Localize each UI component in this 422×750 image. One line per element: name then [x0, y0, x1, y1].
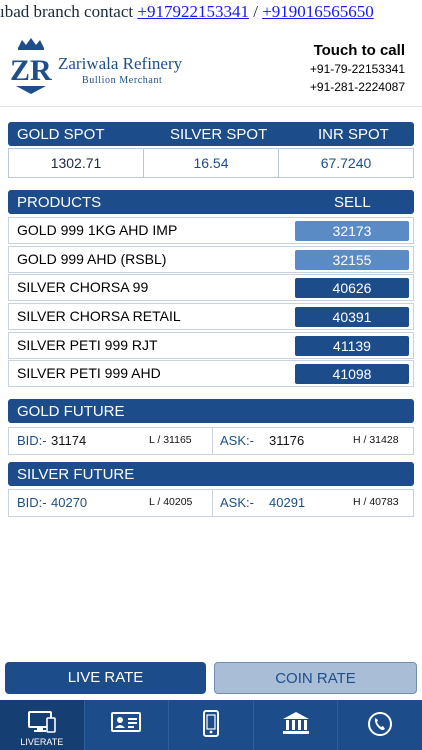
ask-label: ASK:- — [220, 433, 254, 448]
mobile-phone-icon — [202, 710, 219, 737]
brand-name: Zariwala Refinery — [58, 54, 183, 73]
ticker-phone-link-2[interactable]: +919016565650 — [262, 2, 374, 21]
products-header-bar: PRODUCTS SELL — [8, 190, 414, 214]
gold-future-header-bar: GOLD FUTURE — [8, 399, 414, 423]
product-row[interactable]: SILVER CHORSA 99 40626 — [8, 274, 414, 301]
silver-spot-value: 16.54 — [144, 149, 279, 177]
inr-spot-value: 67.7240 — [320, 155, 372, 171]
tab-liverate[interactable]: LIVERATE — [0, 700, 85, 750]
contact-card-icon — [111, 712, 142, 732]
silver-future-bid: BID:- 40270 L / 40205 — [9, 490, 211, 516]
ticker-phone-link-1[interactable]: +917922153341 — [137, 2, 249, 21]
bid-value: 31174 — [51, 433, 87, 448]
inr-spot-header: INR SPOT — [318, 126, 389, 143]
gold-future-ask: ASK:- 31176 H / 31428 — [212, 428, 415, 454]
sell-price: 32155 — [295, 250, 409, 270]
product-name: SILVER CHORSA RETAIL — [17, 308, 181, 324]
ask-value: 40291 — [269, 495, 306, 510]
coin-rate-button[interactable]: COIN RATE — [214, 662, 417, 694]
gold-future-title: GOLD FUTURE — [17, 403, 125, 420]
product-name: SILVER CHORSA 99 — [17, 279, 149, 295]
gold-future-bid: BID:- 31174 L / 31165 — [9, 428, 211, 454]
header-phone-2[interactable]: +91-281-2224087 — [310, 80, 405, 94]
product-name: SILVER PETI 999 AHD — [17, 365, 161, 381]
tab-label: LIVERATE — [20, 737, 64, 747]
spot-values-row: 1302.71 16.54 67.7240 — [8, 148, 414, 178]
tab-mobile[interactable] — [169, 700, 254, 750]
branch-contact-ticker: ıbad branch contact +917922153341 / +919… — [0, 0, 422, 26]
product-name: GOLD 999 AHD (RSBL) — [17, 251, 167, 267]
product-row[interactable]: SILVER PETI 999 AHD 41098 — [8, 360, 414, 387]
product-row[interactable]: GOLD 999 1KG AHD IMP 32173 — [8, 217, 414, 244]
product-row[interactable]: SILVER CHORSA RETAIL 40391 — [8, 303, 414, 330]
phone-call-icon — [368, 712, 393, 736]
sell-price: 40626 — [295, 278, 409, 298]
app-header: ZR Zariwala Refinery Bullion Merchant To… — [0, 26, 422, 107]
zr-logo: ZR — [10, 38, 52, 94]
silver-spot-header: SILVER SPOT — [170, 126, 268, 143]
live-rate-button[interactable]: LIVE RATE — [5, 662, 206, 694]
touch-to-call-label[interactable]: Touch to call — [314, 42, 405, 59]
ask-label: ASK:- — [220, 495, 254, 510]
header-phone-1[interactable]: +91-79-22153341 — [310, 62, 405, 76]
low-value: L / 40205 — [149, 496, 193, 508]
sell-price: 40391 — [295, 307, 409, 327]
silver-future-row: BID:- 40270 L / 40205 ASK:- 40291 H / 40… — [8, 489, 414, 517]
silver-future-title: SILVER FUTURE — [17, 466, 135, 483]
product-row[interactable]: SILVER PETI 999 RJT 41139 — [8, 332, 414, 359]
sell-price: 32173 — [295, 221, 409, 241]
products-header: PRODUCTS — [17, 194, 102, 211]
silver-future-header-bar: SILVER FUTURE — [8, 462, 414, 486]
bank-icon — [282, 712, 309, 734]
ticker-separator: / — [248, 2, 263, 21]
ask-value: 31176 — [269, 433, 305, 448]
bid-label: BID:- — [17, 495, 47, 510]
bid-label: BID:- — [17, 433, 47, 448]
silver-future-ask: ASK:- 40291 H / 40783 — [212, 490, 415, 516]
tab-bank[interactable] — [254, 700, 339, 750]
product-row[interactable]: GOLD 999 AHD (RSBL) 32155 — [8, 246, 414, 273]
spot-header-bar: GOLD SPOT SILVER SPOT INR SPOT — [8, 122, 414, 146]
sell-price: 41098 — [295, 364, 409, 384]
svg-text:ZR: ZR — [10, 54, 52, 87]
tab-call[interactable] — [338, 700, 422, 750]
high-value: H / 31428 — [353, 434, 399, 446]
high-value: H / 40783 — [353, 496, 399, 508]
low-value: L / 31165 — [149, 434, 192, 446]
gold-spot-value: 1302.71 — [9, 149, 144, 177]
ticker-text: ıbad branch contact — [0, 2, 138, 21]
gold-spot-header: GOLD SPOT — [17, 126, 105, 143]
bid-value: 40270 — [51, 495, 88, 510]
product-name: GOLD 999 1KG AHD IMP — [17, 222, 178, 238]
liverate-monitor-icon — [27, 711, 56, 733]
sell-header: SELL — [334, 194, 371, 211]
tab-contact[interactable] — [85, 700, 170, 750]
product-name: SILVER PETI 999 RJT — [17, 337, 158, 353]
gold-future-row: BID:- 31174 L / 31165 ASK:- 31176 H / 31… — [8, 427, 414, 455]
bottom-tab-bar: LIVERATE — [0, 700, 422, 750]
sell-price: 41139 — [295, 336, 409, 356]
brand-tagline: Bullion Merchant — [82, 75, 163, 86]
